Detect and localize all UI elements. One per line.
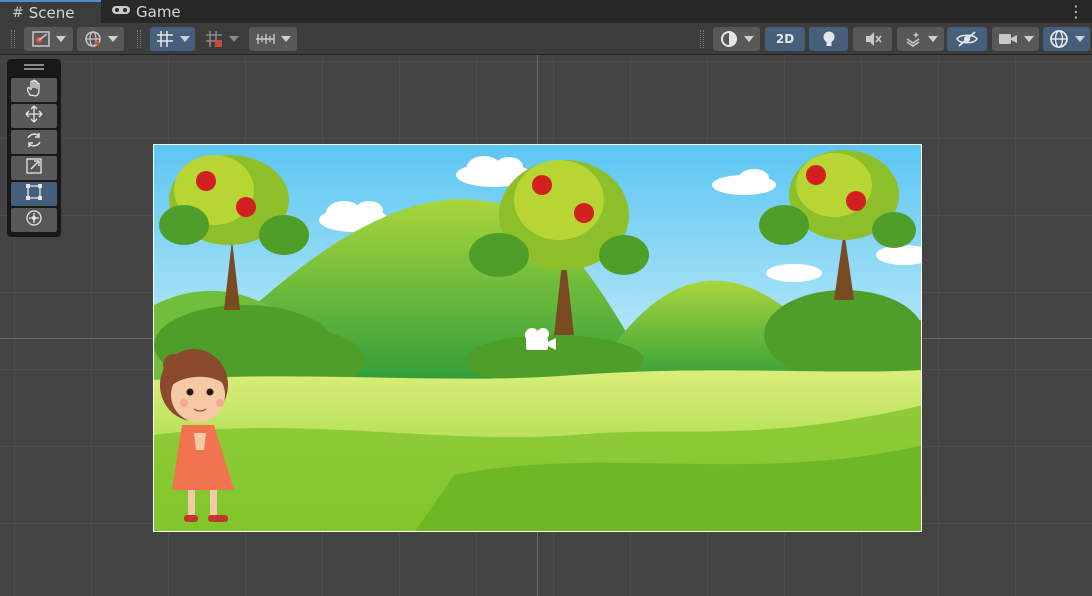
chevron-down-icon: [1074, 36, 1085, 42]
tab-bar: # Scene Game ⋮: [0, 0, 1092, 23]
mode-2d-button[interactable]: 2D: [765, 27, 805, 51]
draw-mode-button[interactable]: [24, 27, 73, 51]
ruler-icon: [255, 32, 275, 46]
mode-2d-label: 2D: [775, 32, 795, 46]
gizmo-globe-icon: [1049, 29, 1069, 49]
camera-icon: [998, 32, 1018, 46]
scene-toolbar: 2D: [0, 23, 1092, 55]
shading-mode-button[interactable]: [713, 27, 760, 51]
tools-overlay: [7, 59, 61, 237]
chevron-down-icon: [743, 36, 754, 42]
eye-hidden-icon: [956, 31, 978, 47]
transform-icon: [25, 209, 43, 231]
chevron-down-icon: [281, 36, 291, 42]
ruler-snap-button[interactable]: [249, 27, 297, 51]
audio-toggle[interactable]: [853, 27, 892, 51]
toolbar-grip[interactable]: [700, 30, 704, 48]
scene-viewport[interactable]: [0, 55, 1092, 596]
transform-tool-button[interactable]: [11, 208, 57, 232]
global-local-button[interactable]: [77, 27, 124, 51]
rect-tool-button[interactable]: [11, 182, 57, 206]
rotate-tool-button[interactable]: [11, 130, 57, 154]
increment-snap-button[interactable]: [199, 27, 244, 51]
grid-snapping-button[interactable]: [150, 27, 195, 51]
lighting-toggle[interactable]: [809, 27, 848, 51]
effects-button[interactable]: [897, 27, 944, 51]
tab-scene[interactable]: # Scene: [0, 0, 101, 23]
grid-snap-icon: [156, 30, 174, 48]
move-tool-button[interactable]: [11, 104, 57, 128]
camera-button[interactable]: [992, 27, 1039, 51]
chevron-down-icon: [927, 36, 938, 42]
speaker-mute-icon: [864, 31, 882, 47]
overlay-drag-handle[interactable]: [24, 64, 44, 70]
shading-sphere-icon: [720, 30, 738, 48]
chevron-down-icon: [107, 36, 118, 42]
game-scene-image: [153, 144, 922, 532]
scale-tool-button[interactable]: [11, 156, 57, 180]
lightbulb-icon: [822, 30, 836, 48]
hand-icon: [25, 79, 43, 101]
chevron-down-icon: [1023, 36, 1034, 42]
toolbar-grip[interactable]: [11, 30, 15, 48]
increment-snap-icon: [205, 30, 223, 48]
tab-game-label: Game: [136, 2, 181, 21]
scale-icon: [25, 157, 43, 179]
scene-illustration: [154, 145, 921, 531]
draw-mode-icon: [31, 31, 50, 47]
chevron-down-icon: [179, 36, 190, 42]
effects-icon: [904, 31, 922, 47]
chevron-down-icon: [55, 36, 66, 42]
move-arrows-icon: [25, 105, 43, 127]
toolbar-grip[interactable]: [137, 30, 141, 48]
more-options-icon[interactable]: ⋮: [1068, 2, 1084, 21]
rotate-icon: [25, 131, 43, 153]
chevron-down-icon: [228, 36, 239, 42]
gamepad-icon: [111, 4, 131, 20]
scene-visibility-toggle[interactable]: [947, 27, 987, 51]
view-tool-button[interactable]: [11, 78, 57, 102]
gizmos-button[interactable]: [1043, 27, 1090, 51]
rect-transform-icon: [25, 183, 43, 205]
globe-icon: [84, 30, 102, 48]
tab-game[interactable]: Game: [101, 0, 191, 23]
grid-icon: #: [12, 4, 24, 21]
tab-scene-label: Scene: [28, 3, 75, 22]
